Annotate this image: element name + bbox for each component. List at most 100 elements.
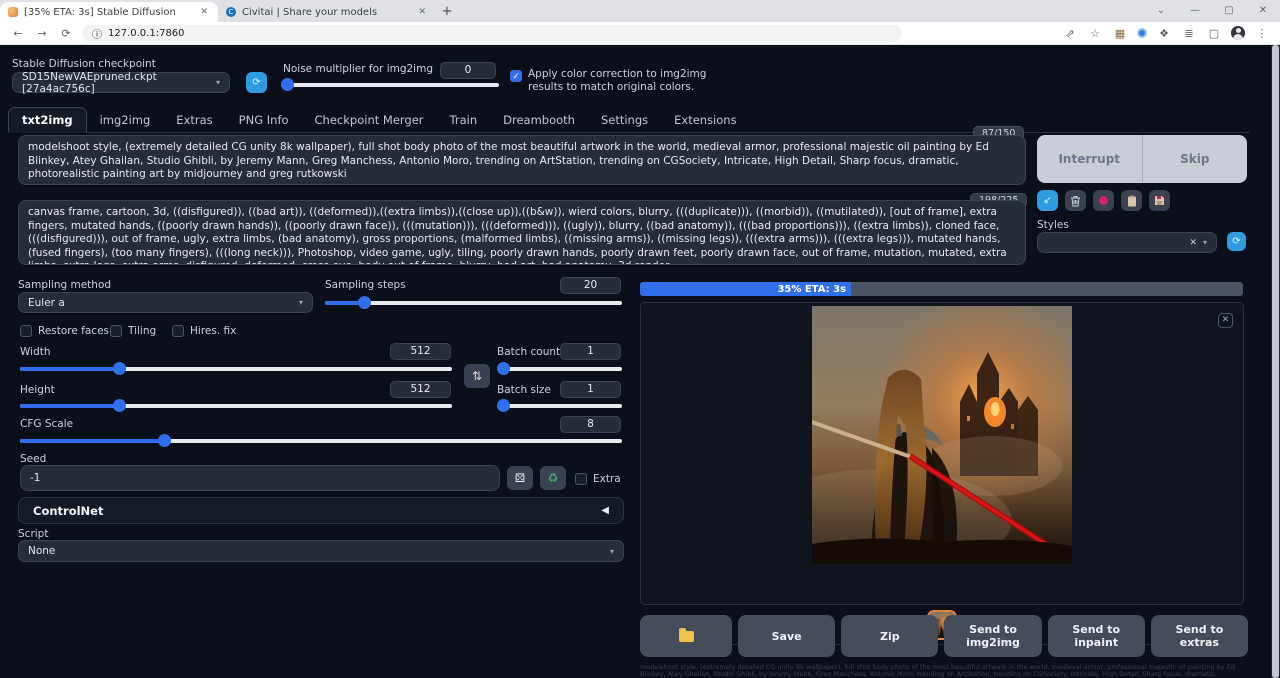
- color-correction-label: Apply color correction to img2img result…: [528, 68, 724, 94]
- sampling-steps-slider[interactable]: [325, 296, 622, 309]
- tab-settings[interactable]: Settings: [588, 108, 661, 132]
- window-restore-icon[interactable]: ▢: [1212, 0, 1246, 22]
- side-panel-icon[interactable]: ▢: [1206, 27, 1222, 40]
- profile-avatar[interactable]: [1231, 26, 1245, 40]
- sampling-steps-label: Sampling steps: [325, 279, 406, 291]
- share-icon[interactable]: ⇗: [1062, 27, 1078, 40]
- page-scrollbar[interactable]: [1271, 45, 1280, 678]
- slider-handle[interactable]: [281, 78, 294, 91]
- controlnet-accordion[interactable]: ControlNet ◀: [18, 497, 624, 524]
- sampling-steps-value[interactable]: 20: [560, 277, 621, 294]
- batch-count-value[interactable]: 1: [560, 343, 621, 360]
- tab-extensions[interactable]: Extensions: [661, 108, 749, 132]
- negative-prompt-textarea[interactable]: canvas frame, cartoon, 3d, ((disfigured)…: [18, 200, 1026, 265]
- url-text: 127.0.0.1:7860: [108, 28, 185, 39]
- civitai-favicon: C: [226, 7, 236, 17]
- batch-count-slider[interactable]: [497, 362, 622, 375]
- extension-grid-icon[interactable]: ▦: [1112, 27, 1128, 40]
- generated-image[interactable]: [812, 306, 1072, 564]
- clear-prompt-button[interactable]: [1065, 190, 1086, 211]
- noise-multiplier-value[interactable]: 0: [440, 62, 496, 79]
- interrupt-button[interactable]: Interrupt: [1037, 135, 1142, 183]
- color-correction-checkbox[interactable]: ✓: [510, 70, 522, 82]
- slider-handle[interactable]: [158, 434, 171, 447]
- tab-txt2img[interactable]: txt2img: [8, 107, 87, 133]
- apply-style-button[interactable]: [1121, 190, 1142, 211]
- tab-extras[interactable]: Extras: [163, 108, 225, 132]
- zip-button[interactable]: Zip: [841, 615, 938, 657]
- checkpoint-select[interactable]: SD15NewVAEpruned.ckpt [27a4ac756c] ▾: [12, 72, 230, 93]
- tab-train[interactable]: Train: [437, 108, 491, 132]
- cfg-scale-slider[interactable]: [20, 434, 622, 447]
- floppy-save-icon: [1154, 195, 1165, 206]
- open-folder-button[interactable]: [640, 615, 732, 657]
- back-icon[interactable]: ←: [10, 27, 26, 40]
- forward-icon[interactable]: →: [34, 27, 50, 40]
- window-close-icon[interactable]: ✕: [1246, 0, 1280, 22]
- prompt-textarea[interactable]: modelshoot style, (extremely detailed CG…: [18, 135, 1026, 185]
- paste-generation-params-button[interactable]: ↙: [1037, 190, 1058, 211]
- extensions-puzzle-icon[interactable]: ❖: [1156, 27, 1172, 40]
- new-tab-button[interactable]: +: [436, 2, 458, 22]
- width-value[interactable]: 512: [390, 343, 451, 360]
- cfg-scale-value[interactable]: 8: [560, 416, 621, 433]
- seed-input[interactable]: -1: [20, 465, 500, 491]
- height-value[interactable]: 512: [390, 381, 451, 398]
- extension-blue-icon[interactable]: [1137, 28, 1147, 38]
- extra-networks-button[interactable]: [1093, 190, 1114, 211]
- refresh-styles-button[interactable]: ⟳: [1227, 232, 1246, 251]
- chevron-down-icon: ▾: [216, 78, 220, 87]
- random-seed-button[interactable]: ⚄: [507, 466, 533, 490]
- generate-controls: Interrupt Skip: [1037, 135, 1247, 183]
- browser-menu-icon[interactable]: ⋮: [1254, 27, 1270, 40]
- batch-size-value[interactable]: 1: [560, 381, 621, 398]
- reading-list-icon[interactable]: ≣: [1181, 27, 1197, 40]
- clipboard-icon: [1127, 195, 1137, 207]
- slider-handle[interactable]: [497, 399, 510, 412]
- tab-close-icon[interactable]: ✕: [416, 7, 428, 17]
- batch-size-slider[interactable]: [497, 399, 622, 412]
- tab-png-info[interactable]: PNG Info: [226, 108, 302, 132]
- reload-icon[interactable]: ⟳: [58, 27, 74, 40]
- swap-width-height-button[interactable]: ⇅: [464, 364, 490, 388]
- slider-handle[interactable]: [113, 399, 126, 412]
- seed-extra-checkbox[interactable]: [575, 473, 587, 485]
- bookmark-star-icon[interactable]: ☆: [1087, 27, 1103, 40]
- noise-multiplier-slider[interactable]: [281, 78, 499, 91]
- close-gallery-icon[interactable]: ✕: [1218, 313, 1233, 328]
- tab-checkpoint-merger[interactable]: Checkpoint Merger: [302, 108, 437, 132]
- hires-fix-checkbox[interactable]: [172, 325, 184, 337]
- window-minimize-icon[interactable]: —: [1178, 0, 1212, 22]
- pink-card-icon: [1099, 196, 1108, 205]
- browser-tab-civitai[interactable]: C Civitai | Share your models ✕: [218, 2, 436, 22]
- tab-img2img[interactable]: img2img: [87, 108, 164, 132]
- refresh-checkpoints-button[interactable]: ⟳: [246, 72, 267, 93]
- styles-select[interactable]: ✕ ▾: [1037, 232, 1217, 253]
- script-select[interactable]: None ▾: [18, 540, 624, 562]
- scrollbar-thumb[interactable]: [1272, 45, 1279, 678]
- send-to-img2img-button[interactable]: Send to img2img: [944, 615, 1041, 657]
- site-info-icon[interactable]: ⓘ: [92, 26, 102, 41]
- restore-faces-checkbox[interactable]: [20, 325, 32, 337]
- noise-multiplier-label: Noise multiplier for img2img: [283, 63, 433, 75]
- slider-handle[interactable]: [113, 362, 126, 375]
- browser-toolbar: ← → ⟳ ⓘ 127.0.0.1:7860 ⇗ ☆ ▦ ❖ ≣ ▢ ⋮: [0, 22, 1280, 45]
- save-style-button[interactable]: [1149, 190, 1170, 211]
- clear-styles-icon[interactable]: ✕: [1189, 238, 1197, 248]
- save-button[interactable]: Save: [738, 615, 835, 657]
- sampling-method-select[interactable]: Euler a ▾: [18, 292, 313, 313]
- height-slider[interactable]: [20, 399, 452, 412]
- tiling-checkbox[interactable]: [110, 325, 122, 337]
- tab-close-icon[interactable]: ✕: [198, 7, 210, 17]
- address-bar[interactable]: ⓘ 127.0.0.1:7860: [82, 25, 902, 42]
- send-to-extras-button[interactable]: Send to extras: [1151, 615, 1248, 657]
- reuse-seed-button[interactable]: ♻: [540, 466, 566, 490]
- slider-handle[interactable]: [497, 362, 510, 375]
- send-to-inpaint-button[interactable]: Send to inpaint: [1048, 615, 1145, 657]
- browser-tab-stable-diffusion[interactable]: [35% ETA: 3s] Stable Diffusion ✕: [0, 2, 218, 22]
- window-menu-icon[interactable]: ⌄: [1144, 0, 1178, 22]
- slider-handle[interactable]: [358, 296, 371, 309]
- skip-button[interactable]: Skip: [1143, 135, 1248, 183]
- width-slider[interactable]: [20, 362, 452, 375]
- tab-dreambooth[interactable]: Dreambooth: [490, 108, 588, 132]
